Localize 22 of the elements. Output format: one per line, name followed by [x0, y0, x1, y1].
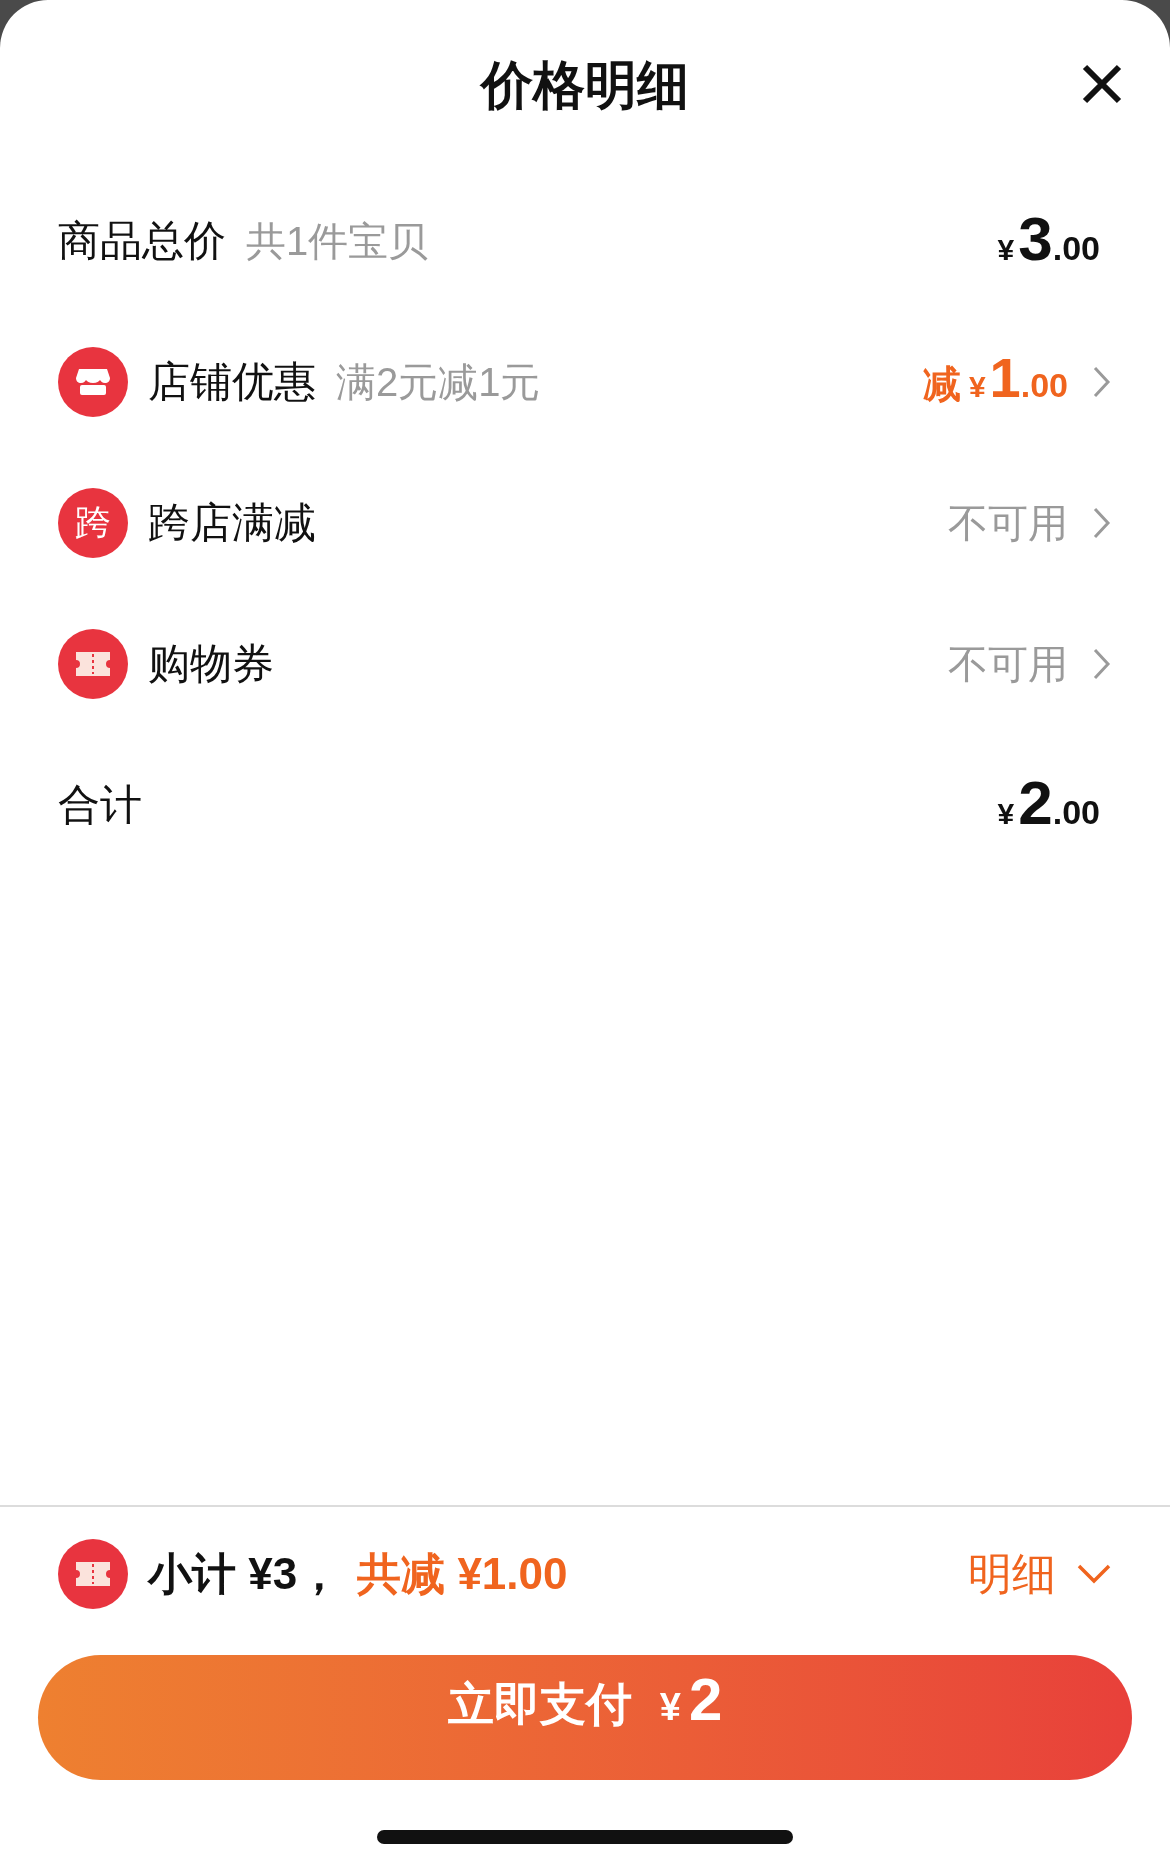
row-note: 满2元减1元: [336, 358, 541, 406]
price: 减 ¥1.00: [922, 350, 1068, 411]
row-label: 购物券: [148, 639, 274, 689]
chevron-down-icon: [1076, 1562, 1112, 1585]
saved-amount: 共减 ¥1.00: [357, 1547, 568, 1600]
price: ¥3.00: [997, 207, 1100, 274]
details-toggle[interactable]: 明细: [968, 1540, 1112, 1607]
sheet-title: 价格明细: [481, 55, 689, 116]
row-label: 合计: [58, 780, 142, 830]
subtotal-text: 小计 ¥3，: [148, 1547, 342, 1600]
chevron-right-icon: [1092, 505, 1112, 540]
row-label: 商品总价: [58, 216, 226, 266]
chevron-right-icon: [1092, 646, 1112, 681]
row-label: 店铺优惠: [148, 357, 316, 407]
chevron-right-icon: [1092, 364, 1112, 399]
pay-button[interactable]: 立即支付 ¥2: [38, 1655, 1132, 1780]
status-text: 不可用: [948, 499, 1068, 547]
row-label: 跨店满减: [148, 498, 316, 548]
cross-store-icon: 跨: [58, 487, 128, 558]
price: ¥2.00: [997, 771, 1100, 838]
row-note: 共1件宝贝: [246, 217, 429, 265]
status-text: 不可用: [948, 640, 1068, 688]
